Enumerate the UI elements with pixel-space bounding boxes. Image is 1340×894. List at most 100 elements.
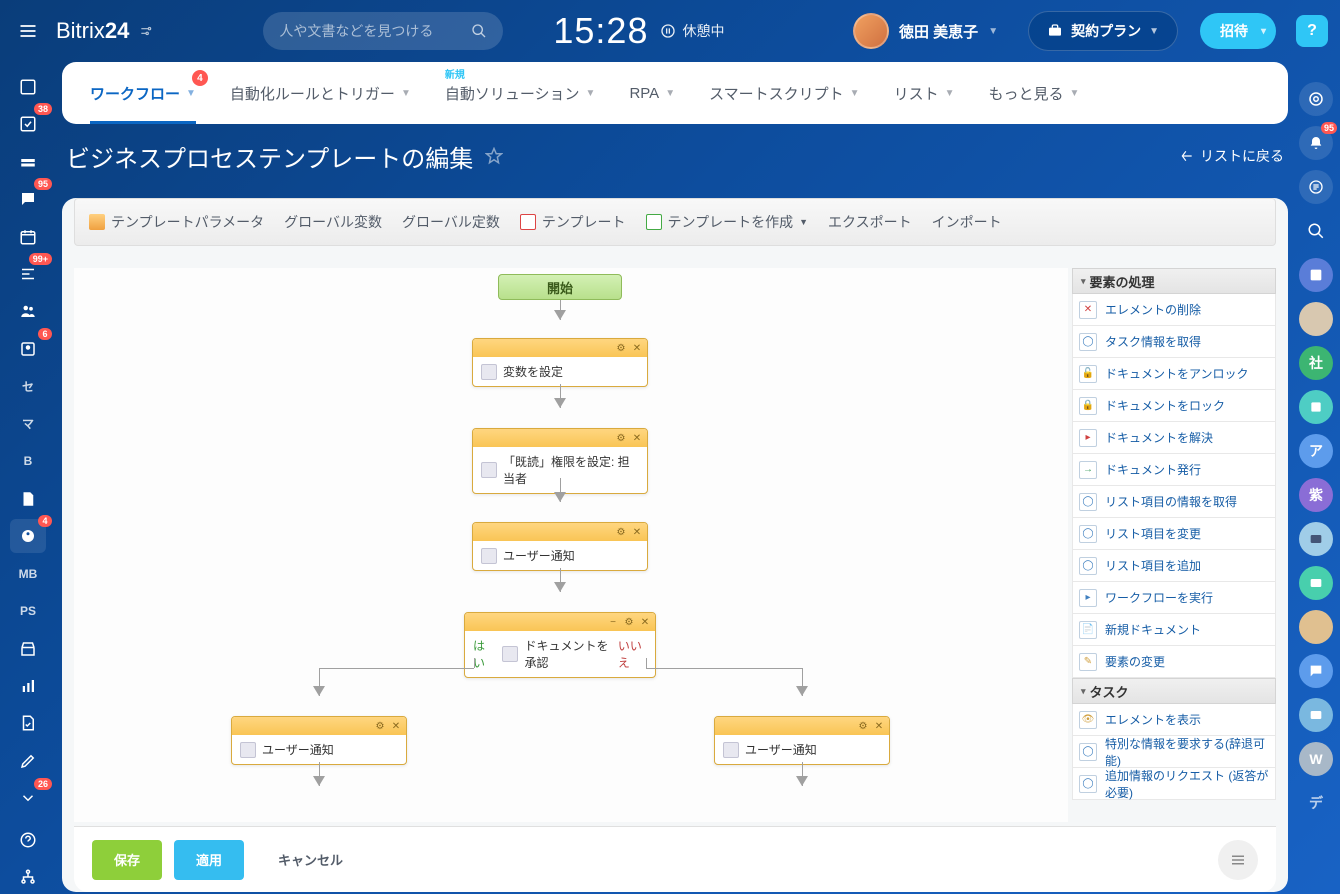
sidebar-item-stats[interactable] [10, 669, 46, 702]
action-modify-list-item[interactable]: ◯リスト項目を変更 [1072, 518, 1276, 550]
close-icon[interactable]: ✕ [631, 432, 643, 444]
sidebar-item-chat[interactable]: 95 [10, 182, 46, 215]
action-show-element[interactable]: 👁エレメントを表示 [1072, 704, 1276, 736]
tb-template-params[interactable]: テンプレートパラメータ [89, 212, 264, 232]
star-icon[interactable] [485, 147, 503, 165]
sidebar-item-pen[interactable] [10, 744, 46, 777]
tb-global-consts[interactable]: グローバル定数 [402, 212, 500, 232]
tab-automation-rules[interactable]: 自動化ルールとトリガー▼ [230, 62, 411, 124]
action-delete-element[interactable]: ✕エレメントの削除 [1072, 294, 1276, 326]
username[interactable]: 徳田 美恵子 [899, 21, 978, 42]
menu-icon[interactable] [1218, 840, 1258, 880]
invite-button[interactable]: 招待 [1200, 13, 1276, 49]
close-icon[interactable]: ✕ [631, 526, 643, 538]
action-lock-document[interactable]: 🔒ドキュメントをロック [1072, 390, 1276, 422]
tab-workflow[interactable]: ワークフロー▼4 [90, 62, 196, 124]
avatar-4[interactable] [1299, 610, 1333, 644]
sidebar-item-ma[interactable]: マ [10, 407, 46, 440]
sidebar-item-ps[interactable]: PS [10, 594, 46, 627]
sidebar-item-calendar[interactable] [10, 220, 46, 253]
settings-icon[interactable] [139, 24, 153, 38]
status-pill[interactable]: 休憩中 [660, 21, 724, 41]
avatar-de[interactable]: デ [1299, 786, 1333, 820]
avatar-6[interactable] [1299, 698, 1333, 732]
search-box[interactable] [263, 12, 503, 50]
sidebar-item-contacts[interactable]: 6 [10, 332, 46, 365]
menu-toggle[interactable] [12, 15, 44, 47]
tab-more[interactable]: もっと見る▼ [988, 62, 1079, 124]
tab-auto-solutions[interactable]: 新規自動ソリューション▼ [445, 62, 596, 124]
plan-button[interactable]: 契約プラン ▼ [1028, 11, 1178, 51]
sidebar-item-docs[interactable] [10, 482, 46, 515]
avatar[interactable] [853, 13, 889, 49]
gear-icon[interactable]: ⚙ [623, 616, 635, 628]
tab-lists[interactable]: リスト▼ [894, 62, 955, 124]
app-icon-1[interactable] [1299, 258, 1333, 292]
search-icon[interactable] [471, 23, 487, 39]
sidebar-item-more[interactable]: 26 [10, 782, 46, 815]
sidebar-item-automation[interactable]: 4 [10, 519, 46, 552]
sidebar-item-crm[interactable] [10, 145, 46, 178]
action-publish-document[interactable]: →ドキュメント発行 [1072, 454, 1276, 486]
avatar-2[interactable] [1299, 522, 1333, 556]
apply-button[interactable]: 適用 [174, 840, 244, 880]
action-new-document[interactable]: 📄新規ドキュメント [1072, 614, 1276, 646]
action-get-task-info[interactable]: ◯タスク情報を取得 [1072, 326, 1276, 358]
tb-create-template[interactable]: テンプレートを作成▼ [646, 212, 809, 232]
search-icon[interactable] [1307, 222, 1325, 240]
action-request-special-info[interactable]: ◯特別な情報を要求する(辞退可能) [1072, 736, 1276, 768]
gear-icon[interactable]: ⚙ [615, 342, 627, 354]
sidebar-item-feed[interactable] [10, 70, 46, 103]
avatar-1[interactable] [1299, 302, 1333, 336]
gear-icon[interactable]: ⚙ [374, 720, 386, 732]
tab-rpa[interactable]: RPA▼ [629, 62, 675, 124]
avatar-w[interactable]: W [1299, 742, 1333, 776]
avatar-5[interactable] [1299, 654, 1333, 688]
action-add-list-item[interactable]: ◯リスト項目を追加 [1072, 550, 1276, 582]
sidebar-item-feed2[interactable]: 99+ [10, 257, 46, 290]
sidebar-item-market[interactable] [10, 632, 46, 665]
avatar-3[interactable] [1299, 566, 1333, 600]
cancel-button[interactable]: キャンセル [256, 840, 365, 880]
node-start[interactable]: 開始 [498, 274, 622, 300]
tb-import[interactable]: インポート [932, 212, 1002, 232]
workflow-canvas[interactable]: 開始 ⚙✕ 変数を設定 ⚙✕ 「既読」権限を設定: 担当者 ⚙✕ ユーザー通知 [74, 268, 1068, 822]
sidebar-help-icon[interactable] [10, 823, 46, 856]
close-icon[interactable]: ✕ [639, 616, 651, 628]
action-get-list-item-info[interactable]: ◯リスト項目の情報を取得 [1072, 486, 1276, 518]
action-request-additional-info[interactable]: ◯追加情報のリクエスト (返答が必要) [1072, 768, 1276, 800]
node-approve-document[interactable]: −⚙✕ はい ドキュメントを承認 いいえ [464, 612, 656, 678]
bell-icon[interactable]: 95 [1299, 126, 1333, 160]
sidebar-item-se[interactable]: セ [10, 370, 46, 403]
gear-icon[interactable]: ⚙ [857, 720, 869, 732]
actions-group-tasks[interactable]: タスク [1072, 678, 1276, 704]
sidebar-item-b[interactable]: B [10, 445, 46, 478]
chevron-down-icon[interactable]: ▼ [988, 26, 998, 37]
logo[interactable]: Bitrix24 [56, 18, 153, 44]
action-run-workflow[interactable]: ▸ワークフローを実行 [1072, 582, 1276, 614]
action-unlock-document[interactable]: 🔓ドキュメントをアンロック [1072, 358, 1276, 390]
sidebar-item-mb[interactable]: MB [10, 557, 46, 590]
action-modify-element[interactable]: ✎要素の変更 [1072, 646, 1276, 678]
close-icon[interactable]: ✕ [390, 720, 402, 732]
node-user-notify-yes[interactable]: ⚙✕ ユーザー通知 [231, 716, 407, 765]
sidebar-item-sign[interactable] [10, 707, 46, 740]
save-button[interactable]: 保存 [92, 840, 162, 880]
back-link[interactable]: リストに戻る [1180, 146, 1284, 166]
tb-global-vars[interactable]: グローバル変数 [284, 212, 382, 232]
app-icon-2[interactable] [1299, 390, 1333, 424]
avatar-mu[interactable]: 紫 [1299, 478, 1333, 512]
action-resolve-document[interactable]: ▸ドキュメントを解決 [1072, 422, 1276, 454]
sidebar-item-people[interactable] [10, 295, 46, 328]
search-input[interactable] [279, 23, 471, 39]
chat-icon[interactable] [1299, 170, 1333, 204]
close-icon[interactable]: ✕ [873, 720, 885, 732]
node-user-notify-no[interactable]: ⚙✕ ユーザー通知 [714, 716, 890, 765]
actions-group-element-processing[interactable]: 要素の処理 [1072, 268, 1276, 294]
close-icon[interactable]: ✕ [631, 342, 643, 354]
avatar-a[interactable]: ア [1299, 434, 1333, 468]
avatar-sha[interactable]: 社 [1299, 346, 1333, 380]
tab-smart-scripts[interactable]: スマートスクリプト▼ [709, 62, 859, 124]
sidebar-sitemap-icon[interactable] [10, 861, 46, 894]
minimize-icon[interactable]: − [607, 616, 619, 628]
